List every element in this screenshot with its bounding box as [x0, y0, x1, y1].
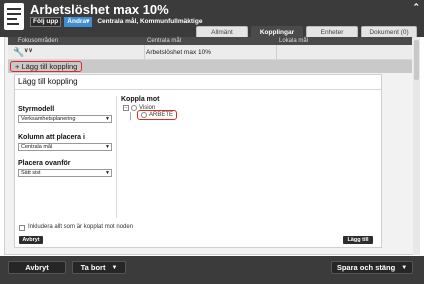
kolumn-select-value: Centrala mål: [21, 144, 53, 150]
kolumn-select[interactable]: Centrala mål ▼: [18, 143, 112, 151]
scrollbar-thumb[interactable]: [414, 40, 419, 80]
tab-bar: Allmänt Kopplingar Enheter Dokument (0): [196, 26, 417, 37]
tree-connector: [130, 112, 131, 120]
tab-kopplingar[interactable]: Kopplingar: [251, 26, 303, 37]
tree-node-label: ARBETE: [149, 112, 174, 118]
tree-node-arbete[interactable]: ARBETE: [137, 110, 178, 120]
koppla-mot-label: Koppla mot: [121, 96, 160, 103]
chevron-double-down-icon[interactable]: ∨∨: [24, 47, 33, 54]
add-button[interactable]: Lägg till: [343, 236, 373, 244]
chevron-down-icon: ▼: [105, 116, 110, 122]
add-link-button[interactable]: + Lägg till koppling: [10, 61, 83, 72]
wrench-icon[interactable]: 🔧: [13, 47, 24, 58]
tree-toggle-icon[interactable]: −: [123, 105, 129, 111]
chevron-down-icon: ▼: [111, 264, 118, 271]
page-title: Arbetslöshet max 10%: [30, 2, 169, 17]
include-checkbox-label: Inkludera allt som är kopplat mot noden: [28, 224, 134, 230]
placera-select[interactable]: Sätt sist ▼: [18, 169, 112, 177]
document-icon: [4, 3, 24, 30]
edit-button[interactable]: Ändra▾: [64, 16, 93, 27]
placera-label: Placera ovanför: [18, 160, 71, 167]
chevron-down-icon: ▾: [86, 17, 90, 25]
styrmodell-select-value: Verksamhetsplanering: [21, 116, 76, 122]
tab-allmant[interactable]: Allmänt: [196, 26, 248, 37]
scrollbar[interactable]: [413, 37, 420, 255]
placera-select-value: Sätt sist: [21, 170, 41, 176]
chevron-down-icon: ▼: [105, 170, 110, 176]
kolumn-label: Kolumn att placera i: [18, 134, 85, 141]
collapse-icon[interactable]: ⌃: [412, 2, 420, 13]
tab-dokument[interactable]: Dokument (0): [361, 26, 417, 37]
delete-button[interactable]: Ta bort ▼: [72, 261, 126, 274]
save-close-button[interactable]: Spara och stäng ▼: [331, 261, 413, 274]
chevron-down-icon: ▼: [401, 264, 408, 271]
follow-up-button[interactable]: Följ upp: [30, 16, 62, 27]
column-divider: [276, 45, 277, 60]
styrmodell-select[interactable]: Verksamhetsplanering ▼: [18, 115, 112, 123]
tree-radio[interactable]: [131, 105, 137, 111]
include-checkbox[interactable]: [19, 225, 25, 231]
subtitle: Centrala mål, Kommunfullmäktige: [97, 18, 203, 25]
save-close-label: Spara och stäng: [336, 263, 396, 272]
table-row: 🔧 ∨∨ Arbetslöshet max 10%: [8, 45, 412, 60]
subtitle-row: Följ upp Ändra▾ Centrala mål, Kommunfull…: [30, 16, 203, 27]
column-header-fokusomraden: Fokusområden: [18, 38, 59, 44]
styrmodell-label: Styrmodell: [18, 106, 55, 113]
table-cell-centrala-mal: Arbetslöshet max 10%: [146, 49, 212, 56]
delete-button-label: Ta bort: [80, 263, 106, 272]
chevron-down-icon: ▼: [105, 144, 110, 150]
tree-radio[interactable]: [141, 112, 147, 118]
footer-cancel-button[interactable]: Avbryt: [8, 261, 66, 274]
panel-title: Lägg till koppling: [18, 77, 78, 86]
column-header-centrala-mal: Centrala mål: [147, 38, 182, 44]
column-header-lokala-mal: Lokala mål: [279, 38, 309, 44]
divider: [116, 96, 117, 218]
table-header: Fokusområden Centrala mål Lokala mål: [8, 37, 412, 45]
cancel-button[interactable]: Avbryt: [19, 236, 43, 244]
tab-enheter[interactable]: Enheter: [306, 26, 358, 37]
divider: [15, 89, 381, 90]
column-divider: [144, 45, 145, 60]
